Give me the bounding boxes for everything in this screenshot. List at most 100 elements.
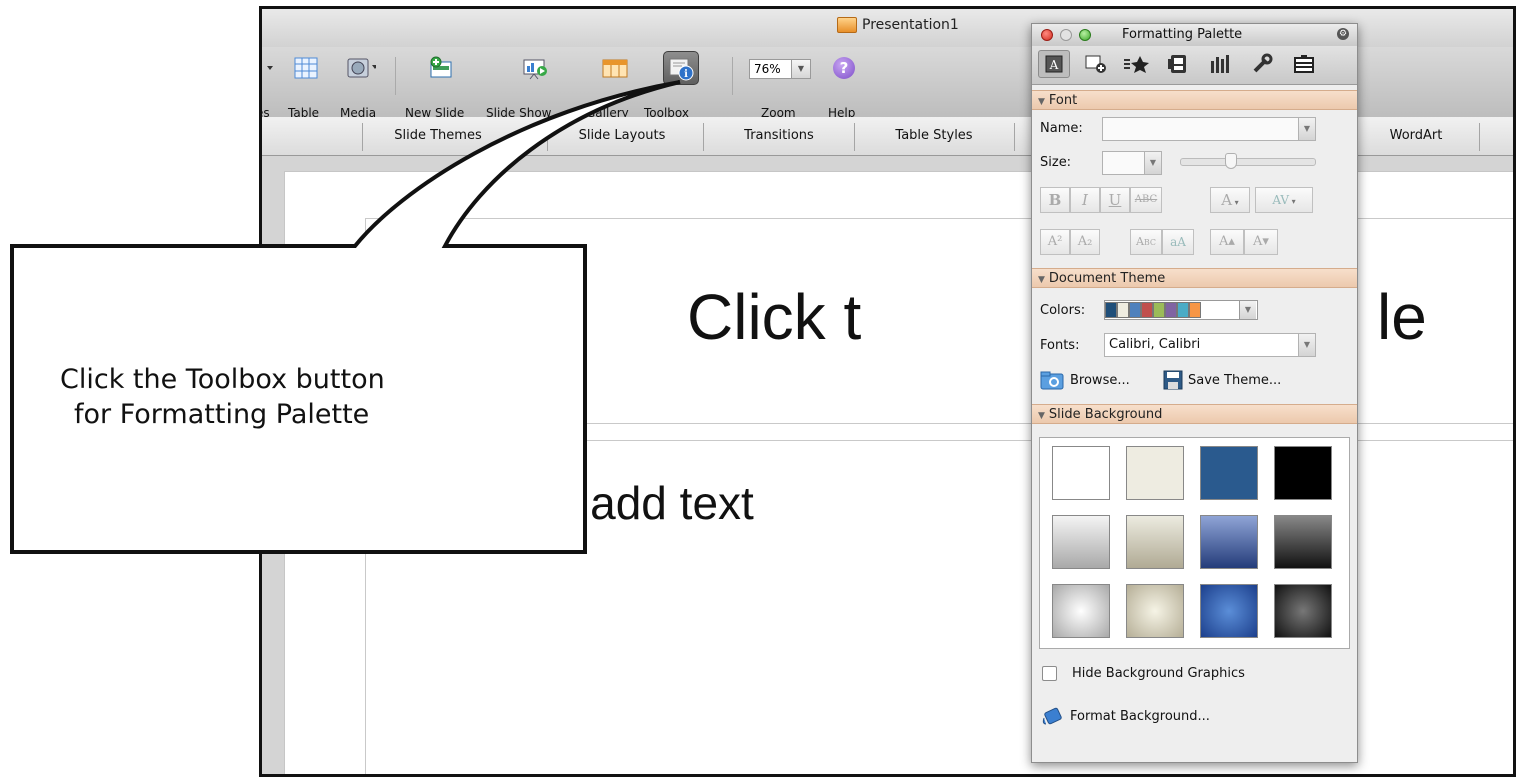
theme-color-swatch xyxy=(1105,302,1117,318)
toolbar-help-button[interactable]: ? Help xyxy=(824,53,864,120)
font-size-slider-handle[interactable] xyxy=(1225,153,1237,169)
shrink-font-button[interactable]: A▾ xyxy=(1244,229,1278,255)
disclosure-triangle-icon: ▼ xyxy=(1038,275,1045,285)
subscript-button[interactable]: A₂ xyxy=(1070,229,1100,255)
callout-line-2: for Formatting Palette xyxy=(74,399,370,430)
background-style-cell[interactable] xyxy=(1052,515,1110,569)
toolbar-gallery-button[interactable]: Gallery xyxy=(572,53,632,120)
background-style-cell[interactable] xyxy=(1274,446,1332,500)
underline-button[interactable]: U xyxy=(1100,187,1130,213)
floppy-disk-icon xyxy=(1163,370,1183,390)
inbox-icon[interactable] xyxy=(1288,50,1320,78)
superscript-button[interactable]: A² xyxy=(1040,229,1070,255)
zoom-select[interactable]: 76% ▼ xyxy=(749,59,811,79)
background-style-cell[interactable] xyxy=(1200,584,1258,638)
background-style-cell[interactable] xyxy=(1200,446,1258,500)
background-style-cell[interactable] xyxy=(1274,584,1332,638)
picture-icon[interactable] xyxy=(1162,50,1194,78)
text-format-icon[interactable]: A xyxy=(1038,50,1070,78)
theme-fonts-value: Calibri, Calibri xyxy=(1109,337,1201,352)
toolbar-new-slide-button[interactable]: New Slide xyxy=(405,53,477,120)
font-name-field[interactable]: ▼ xyxy=(1102,117,1316,141)
theme-colors-label: Colors: xyxy=(1040,303,1086,318)
theme-color-swatch xyxy=(1165,302,1177,318)
font-size-field[interactable]: ▼ xyxy=(1102,151,1162,175)
font-name-label: Name: xyxy=(1040,121,1083,136)
italic-button[interactable]: I xyxy=(1070,187,1100,213)
font-color-button[interactable]: A ▾ xyxy=(1210,187,1250,213)
toolbar-slide-show-button[interactable]: Slide Show xyxy=(486,53,562,120)
save-theme-button[interactable]: Save Theme... xyxy=(1162,369,1281,391)
zoom-window-icon[interactable] xyxy=(1079,29,1091,41)
theme-color-swatch xyxy=(1129,302,1141,318)
tab-slide-themes[interactable]: Slide Themes xyxy=(362,123,513,151)
bullets-star-icon[interactable] xyxy=(1120,50,1152,78)
tab-transitions[interactable]: Transitions xyxy=(703,123,854,151)
background-style-cell[interactable] xyxy=(1274,515,1332,569)
format-background-button[interactable]: Format Background... xyxy=(1040,704,1210,728)
theme-color-swatch xyxy=(1189,302,1201,318)
chevron-down-icon: ▼ xyxy=(1144,152,1161,174)
chevron-down-icon: ▼ xyxy=(1298,118,1315,140)
background-style-cell[interactable] xyxy=(1052,584,1110,638)
section-slide-background-title: Slide Background xyxy=(1048,407,1163,422)
background-styles-grid xyxy=(1039,437,1350,649)
font-size-label: Size: xyxy=(1040,155,1072,170)
title-placeholder-text-tail: le xyxy=(1377,281,1427,353)
toolbar-table-button[interactable]: Table xyxy=(286,53,326,120)
strikethrough-button[interactable]: ABC xyxy=(1130,187,1162,213)
chart-bars-icon[interactable] xyxy=(1204,50,1236,78)
character-spacing-button[interactable]: AV ▾ xyxy=(1255,187,1313,213)
insert-object-icon[interactable] xyxy=(1080,50,1112,78)
help-glyph: ? xyxy=(833,57,855,79)
theme-colors-select[interactable]: ▼ xyxy=(1104,300,1258,320)
background-style-cell[interactable] xyxy=(1126,446,1184,500)
background-style-cell[interactable] xyxy=(1200,515,1258,569)
toolbar-toolbox-button[interactable]: i Toolbox xyxy=(640,51,710,120)
hide-background-graphics-checkbox[interactable] xyxy=(1042,666,1057,681)
background-style-cell[interactable] xyxy=(1126,584,1184,638)
folder-browse-icon xyxy=(1040,371,1064,390)
tab-slide-layouts[interactable]: Slide Layouts xyxy=(547,123,696,151)
theme-color-swatch xyxy=(1117,302,1129,318)
background-style-cell[interactable] xyxy=(1126,515,1184,569)
section-document-theme-title: Document Theme xyxy=(1048,271,1166,286)
small-caps-button[interactable]: Abc xyxy=(1130,229,1162,255)
chevron-down-icon: ▼ xyxy=(1298,334,1315,356)
gear-icon[interactable]: ⚙ xyxy=(1337,28,1349,40)
section-document-theme-header[interactable]: ▼ Document Theme xyxy=(1032,268,1357,288)
wrench-icon[interactable] xyxy=(1246,50,1278,78)
palette-titlebar[interactable]: Formatting Palette ⚙ xyxy=(1032,24,1357,46)
format-background-label: Format Background... xyxy=(1070,708,1210,724)
theme-color-swatch xyxy=(1177,302,1189,318)
tab-table-styles[interactable]: Table Styles xyxy=(854,123,1013,151)
dropdown-arrow-icon xyxy=(264,53,276,83)
close-icon[interactable] xyxy=(1041,29,1053,41)
slide-show-icon xyxy=(520,53,550,83)
toolbar-zoom-control[interactable]: 76% ▼ Zoom xyxy=(740,53,820,120)
font-color-glyph: A xyxy=(1221,191,1233,209)
toolbar-media-button[interactable]: Media xyxy=(338,53,384,120)
change-case-button[interactable]: aA xyxy=(1162,229,1194,255)
toolbar-themes-button[interactable]: es xyxy=(262,53,276,120)
grow-font-button[interactable]: A▴ xyxy=(1210,229,1244,255)
font-size-slider[interactable] xyxy=(1180,158,1316,166)
theme-fonts-label: Fonts: xyxy=(1040,338,1080,353)
section-slide-background-header[interactable]: ▼ Slide Background xyxy=(1032,404,1357,424)
hide-background-graphics-label: Hide Background Graphics xyxy=(1072,666,1245,681)
paint-bucket-icon xyxy=(1042,707,1062,725)
tab-wordart[interactable]: WordArt xyxy=(1352,123,1480,151)
callout-text: Click the Toolbox button for Formatting … xyxy=(60,362,560,432)
chevron-down-icon: ▼ xyxy=(791,60,810,78)
formatting-palette: Formatting Palette ⚙ A ▼ Font Name: ▼ Siz… xyxy=(1031,23,1358,763)
table-grid-icon xyxy=(291,53,321,83)
minimize-icon[interactable] xyxy=(1060,29,1072,41)
background-style-cell[interactable] xyxy=(1052,446,1110,500)
section-font-header[interactable]: ▼ Font xyxy=(1032,90,1357,110)
bold-button[interactable]: B xyxy=(1040,187,1070,213)
zoom-value: 76% xyxy=(754,62,781,76)
browse-themes-button[interactable]: Browse... xyxy=(1040,369,1130,391)
chevron-down-icon: ▼ xyxy=(1239,301,1256,319)
theme-fonts-select[interactable]: Calibri, Calibri ▼ xyxy=(1104,333,1316,357)
character-spacing-glyph: AV xyxy=(1272,193,1290,207)
